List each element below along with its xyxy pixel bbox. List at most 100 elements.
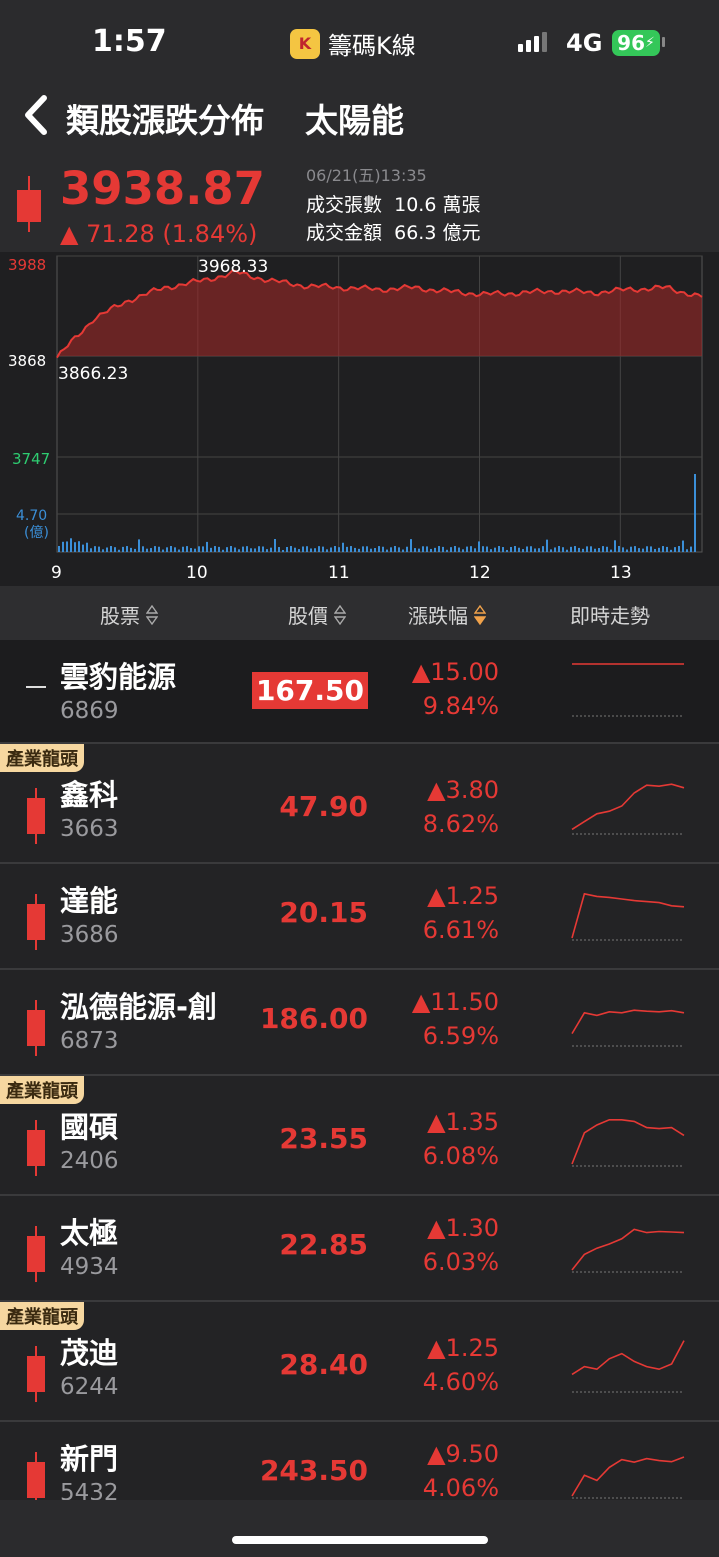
index-price: 3938.87: [60, 162, 265, 215]
volume-bar: [198, 546, 200, 552]
stock-row[interactable]: 達能 3686 20.15 ▲1.25 6.61%: [0, 864, 719, 970]
volume-bar: [558, 546, 560, 552]
volume-bar: [370, 548, 372, 552]
volume-bar: [590, 546, 592, 552]
volume-bar: [226, 547, 228, 552]
volume-bar: [162, 549, 164, 552]
stock-price: 47.90: [279, 790, 368, 823]
stock-change: ▲9.50: [427, 1440, 499, 1468]
battery-icon: 96 ⚡: [612, 30, 660, 56]
status-time: 1:57: [92, 24, 167, 59]
sort-by-stock[interactable]: 股票: [100, 600, 158, 629]
stock-change: ▲11.50: [411, 988, 499, 1016]
col-price-label: 股價: [288, 604, 328, 628]
network-type: 4G: [566, 29, 603, 57]
volume-bar: [306, 546, 308, 552]
y-label-mid: 3868: [8, 352, 46, 370]
stock-row[interactable]: 太極 4934 22.85 ▲1.30 6.03%: [0, 1196, 719, 1302]
volume-bar: [398, 547, 400, 552]
volume-bar: [74, 542, 76, 552]
stock-change-pct: 6.08%: [422, 1142, 499, 1170]
volume-bar: [246, 546, 248, 552]
amount-label: 成交金額: [306, 222, 383, 244]
stock-row[interactable]: 新門 5432 243.50 ▲9.50 4.06%: [0, 1422, 719, 1500]
volume-bar: [158, 546, 160, 552]
stock-row[interactable]: 雲豹能源 6869 167.50 ▲15.00 9.84%: [0, 640, 719, 744]
volume-bar: [66, 541, 68, 552]
volume-bar: [402, 549, 404, 552]
volume-bar: [250, 548, 252, 552]
volume-bar: [234, 547, 236, 552]
intraday-chart[interactable]: 3988 3868 3747 3968.33 3866.23 4.70 (億) …: [0, 252, 719, 586]
volume-bar: [138, 539, 140, 552]
volume-bar: [354, 547, 356, 552]
volume-bar: [594, 548, 596, 552]
stock-list[interactable]: 雲豹能源 6869 167.50 ▲15.00 9.84% 產業龍頭 鑫科 3663 47.90…: [0, 640, 719, 1500]
stock-name: 茂迪: [60, 1336, 119, 1370]
sparkline-path: [571, 1119, 685, 1165]
intraday-chart-svg: 3988 3868 3747 3968.33 3866.23 4.70 (億) …: [8, 255, 703, 583]
volume-bar: [454, 546, 456, 552]
volume-bar: [274, 539, 276, 552]
volume-bar: [122, 546, 124, 552]
volume-bar: [146, 548, 148, 552]
volume-bar: [674, 547, 676, 552]
volume-bar: [242, 546, 244, 552]
volume-bar: [70, 538, 72, 552]
volume-bar: [174, 547, 176, 552]
back-icon[interactable]: [18, 92, 58, 138]
sort-by-price[interactable]: 股價: [288, 600, 346, 629]
trend-sparkline: [571, 1009, 685, 1047]
stock-change-pct: 9.84%: [422, 692, 499, 720]
stock-price: 186.00: [259, 1002, 368, 1035]
stock-row[interactable]: 產業龍頭 茂迪 6244 28.40 ▲1.25 4.60%: [0, 1302, 719, 1422]
stock-change-pct: 6.61%: [422, 916, 499, 944]
volume-bar: [278, 547, 280, 552]
sort-by-change[interactable]: 漲跌幅: [408, 600, 486, 629]
candle-icon: [27, 1452, 45, 1500]
stock-change: ▲1.25: [427, 1334, 499, 1362]
volume-bar: [462, 549, 464, 552]
volume-bar: [202, 546, 204, 552]
stock-row[interactable]: 泓德能源-創 6873 186.00 ▲11.50 6.59%: [0, 970, 719, 1076]
home-indicator[interactable]: [232, 1536, 488, 1544]
stock-name: 新門: [60, 1442, 119, 1476]
volume-bar: [118, 549, 120, 552]
industry-leader-badge: 產業龍頭: [0, 744, 84, 772]
volume-bar: [62, 541, 64, 552]
stock-price: 243.50: [259, 1454, 368, 1487]
volume-bar: [150, 548, 152, 552]
volume-bar: [254, 548, 256, 552]
volume-bar: [86, 542, 88, 552]
stock-change: ▲1.35: [427, 1108, 499, 1136]
volume-bar: [522, 549, 524, 552]
volume-bar: [114, 547, 116, 552]
volume-bar: [666, 546, 668, 552]
stock-name: 太極: [60, 1216, 119, 1250]
status-app[interactable]: K 籌碼K線: [290, 26, 416, 61]
volume-bar: [642, 548, 644, 552]
volume-bar: [382, 546, 384, 552]
stock-code: 4934: [60, 1254, 119, 1280]
volume-bar: [126, 546, 128, 552]
volume-bar: [102, 549, 104, 552]
volume-bar: [490, 549, 492, 552]
volume-bar: [238, 549, 240, 552]
stock-code: 2406: [60, 1148, 119, 1174]
volume-bar: [622, 547, 624, 552]
stock-row[interactable]: 產業龍頭 國碩 2406 23.55 ▲1.35 6.08%: [0, 1076, 719, 1196]
stock-change-pct: 4.60%: [422, 1368, 499, 1396]
stock-row[interactable]: 產業龍頭 鑫科 3663 47.90 ▲3.80 8.62%: [0, 744, 719, 864]
volume-bar: [646, 546, 648, 552]
volume-bar: [154, 546, 156, 552]
stock-change-pct: 6.03%: [422, 1248, 499, 1276]
volume-bar: [294, 547, 296, 552]
volume-bar: [142, 546, 144, 552]
volume-bar: [210, 547, 212, 552]
volume-bar: [670, 549, 672, 552]
volume-bar: [58, 546, 60, 552]
volume-bar: [78, 541, 80, 552]
quote-time: 06/21(五)13:35: [306, 166, 427, 185]
volume-max-label: 4.70: [16, 508, 47, 524]
stock-name: 雲豹能源: [60, 660, 177, 694]
